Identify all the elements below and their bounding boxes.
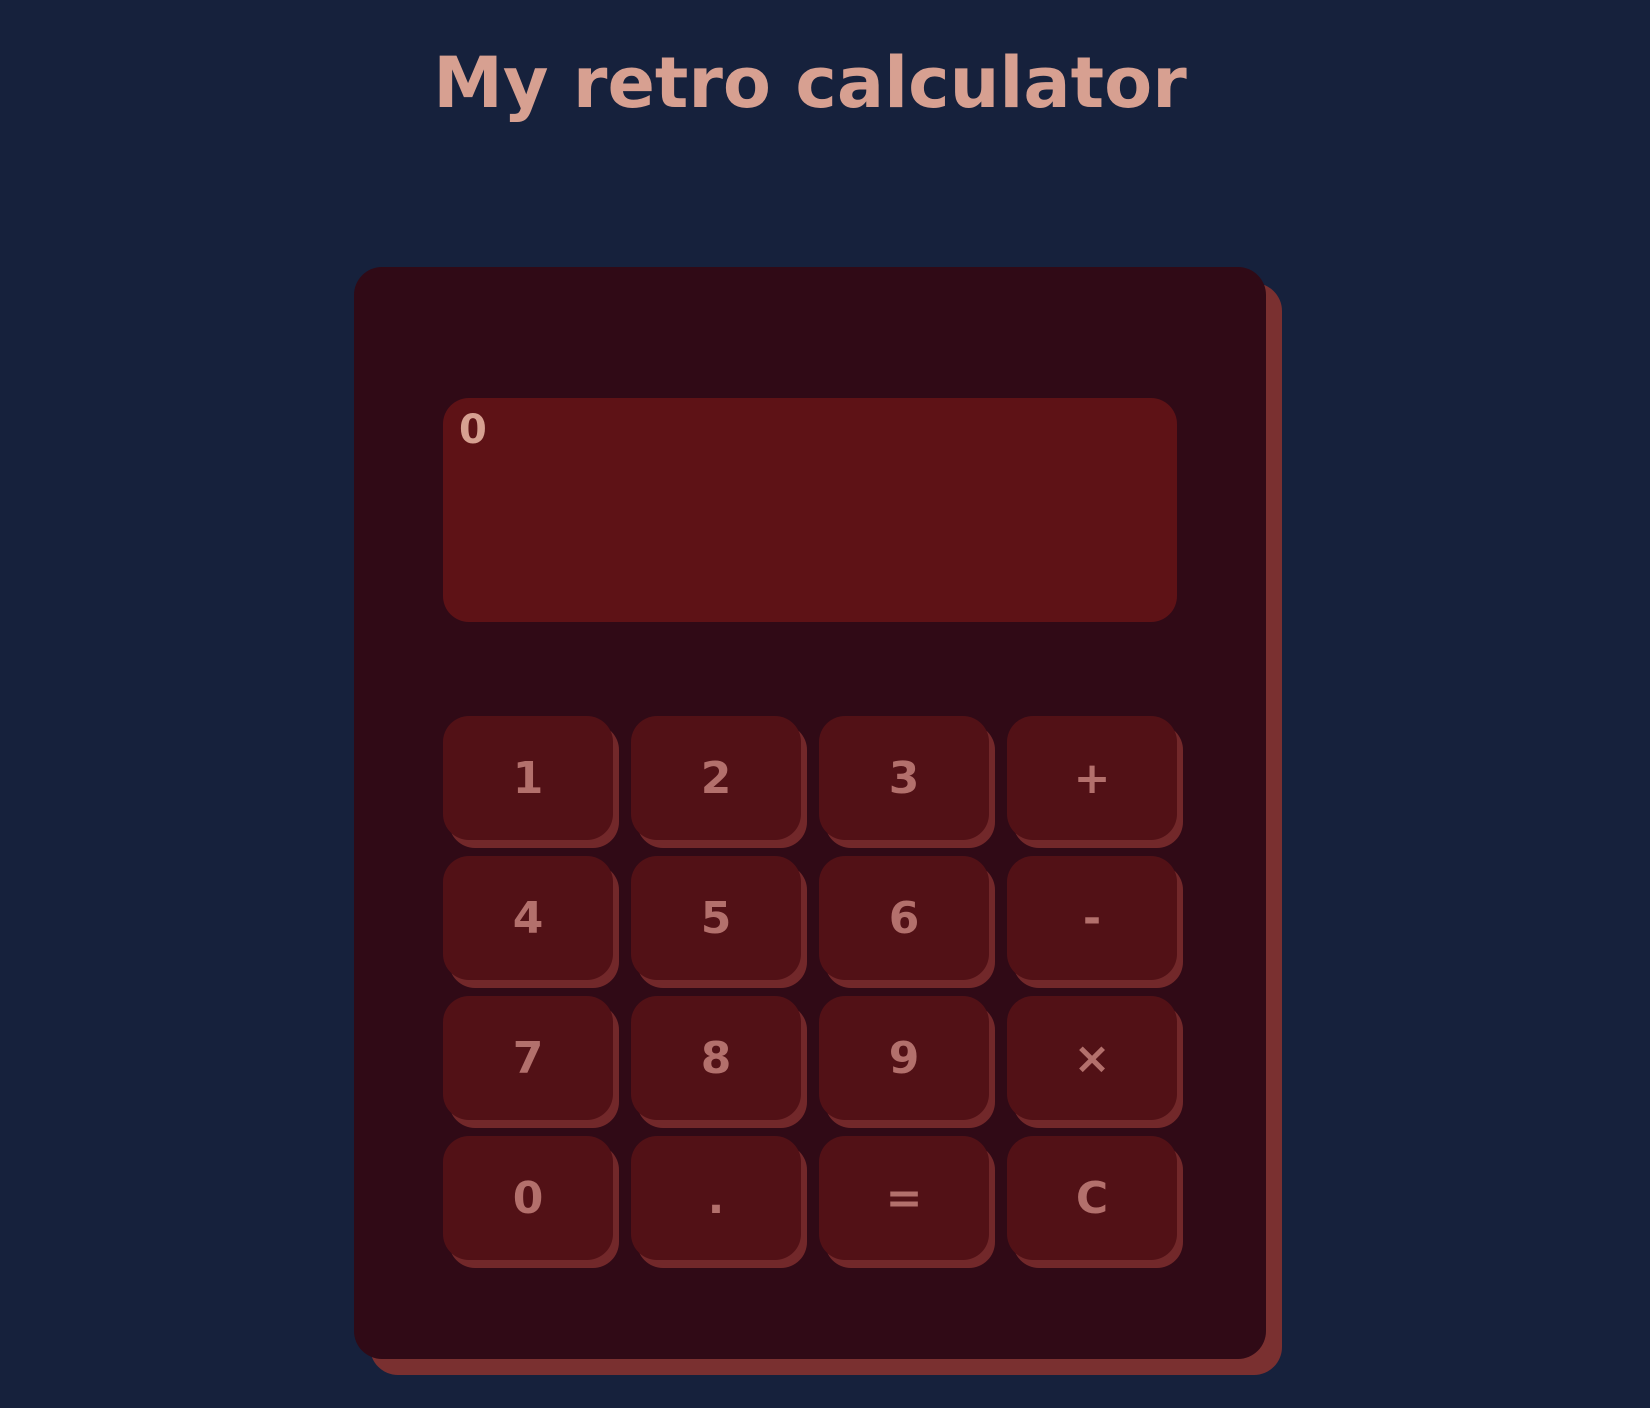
key-equals-label[interactable]: = [819,1136,989,1260]
key-8-label[interactable]: 8 [631,996,801,1120]
key-minus-button[interactable]: - [1007,856,1183,988]
key-7-button[interactable]: 7 [443,996,619,1128]
keypad: 1 2 3 + 4 5 6 - 7 8 9 × 0 . = C [443,716,1187,1268]
key-plus-label[interactable]: + [1007,716,1177,840]
key-5-button[interactable]: 5 [631,856,807,988]
key-3-label[interactable]: 3 [819,716,989,840]
key-decimal-label[interactable]: . [631,1136,801,1260]
key-1-button[interactable]: 1 [443,716,619,848]
key-multiply-label[interactable]: × [1007,996,1177,1120]
key-9-label[interactable]: 9 [819,996,989,1120]
display-value: 0 [459,407,487,453]
key-multiply-button[interactable]: × [1007,996,1183,1128]
calculator-display: 0 [443,398,1177,622]
key-clear-button[interactable]: C [1007,1136,1183,1268]
key-2-label[interactable]: 2 [631,716,801,840]
key-1-label[interactable]: 1 [443,716,613,840]
key-0-label[interactable]: 0 [443,1136,613,1260]
key-5-label[interactable]: 5 [631,856,801,980]
key-decimal-button[interactable]: . [631,1136,807,1268]
key-equals-button[interactable]: = [819,1136,995,1268]
key-2-button[interactable]: 2 [631,716,807,848]
key-7-label[interactable]: 7 [443,996,613,1120]
key-8-button[interactable]: 8 [631,996,807,1128]
key-6-label[interactable]: 6 [819,856,989,980]
calculator-body: 0 1 2 3 + 4 5 6 - 7 8 9 × 0 . = C [354,267,1266,1359]
key-3-button[interactable]: 3 [819,716,995,848]
key-4-label[interactable]: 4 [443,856,613,980]
key-4-button[interactable]: 4 [443,856,619,988]
key-0-button[interactable]: 0 [443,1136,619,1268]
key-9-button[interactable]: 9 [819,996,995,1128]
key-clear-label[interactable]: C [1007,1136,1177,1260]
page-title: My retro calculator [433,42,1187,124]
key-6-button[interactable]: 6 [819,856,995,988]
key-plus-button[interactable]: + [1007,716,1183,848]
key-minus-label[interactable]: - [1007,856,1177,980]
